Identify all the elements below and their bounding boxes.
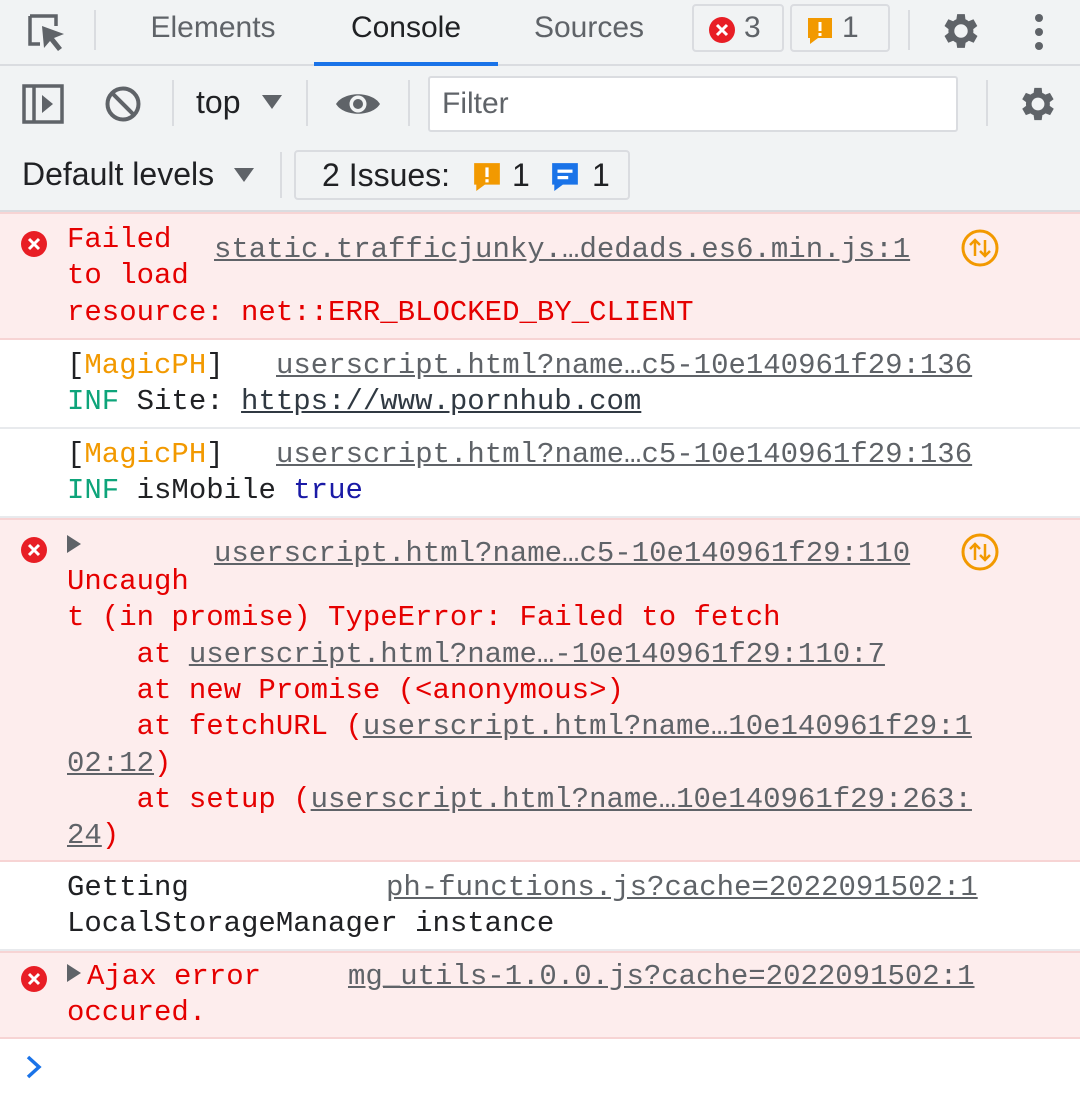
- tab-sources[interactable]: Sources: [516, 0, 662, 64]
- clear-console-icon[interactable]: [104, 85, 142, 123]
- site-url-link[interactable]: https://www.pornhub.com: [241, 385, 641, 418]
- stack-text: ): [101, 819, 120, 852]
- toolbar-divider: [408, 80, 410, 126]
- stack-link[interactable]: 02:12: [67, 747, 154, 780]
- log-value: true: [293, 474, 363, 507]
- error-circle-icon: [21, 231, 47, 257]
- error-count: 3: [744, 11, 761, 44]
- sidebar-toggle-icon[interactable]: [22, 84, 64, 124]
- source-link[interactable]: userscript.html?name…c5-10e140961f29:136: [276, 348, 972, 385]
- source-link[interactable]: userscript.html?name…c5-10e140961f29:136: [276, 437, 972, 474]
- context-label: top: [196, 84, 241, 120]
- toolbar-divider: [94, 10, 96, 50]
- request-arrows-icon[interactable]: [960, 532, 1000, 572]
- source-link[interactable]: userscript.html?name…c5-10e140961f29:110: [214, 536, 910, 573]
- source-link[interactable]: static.trafficjunky.…dedads.es6.min.js:1: [214, 232, 910, 269]
- toolbar-divider: [172, 80, 174, 126]
- chevron-down-icon: [262, 95, 282, 109]
- message-text: Ajax error: [87, 960, 262, 993]
- error-circle-icon: [21, 537, 47, 563]
- stack-text: at setup (: [67, 783, 311, 816]
- log-label: isMobile: [136, 474, 276, 507]
- log-tag: MagicPH: [84, 438, 207, 471]
- source-link[interactable]: ph-functions.js?cache=2022091502:1: [386, 870, 978, 907]
- stack-link[interactable]: userscript.html?name…10e140961f29:1: [363, 710, 972, 743]
- devtools-tab-bar: Elements Console Sources 3 1: [0, 0, 1080, 66]
- kebab-menu-icon[interactable]: [1026, 10, 1052, 54]
- log-levels-dropdown[interactable]: Default levels: [22, 152, 254, 196]
- inspect-element-icon[interactable]: [24, 10, 68, 54]
- expand-triangle-icon[interactable]: [67, 964, 81, 982]
- stack-link[interactable]: userscript.html?name…-10e140961f29:110:7: [189, 638, 885, 671]
- toolbar-divider: [986, 80, 988, 126]
- toolbar-divider: [306, 80, 308, 126]
- message-text: LocalStorageManager instance: [67, 907, 555, 940]
- console-messages: Failed to load resource: net::ERR_BLOCKE…: [0, 212, 1080, 1039]
- issues-warning-count: 1: [512, 157, 530, 193]
- log-levels-label: Default levels: [22, 156, 215, 192]
- chevron-right-icon[interactable]: [22, 1052, 52, 1082]
- stack-text: at new Promise (<anonymous>): [67, 674, 624, 707]
- tab-console[interactable]: Console: [314, 0, 498, 66]
- info-message-icon: [552, 163, 578, 191]
- message-text: t (in promise) TypeError: Failed to fetc…: [67, 601, 781, 634]
- log-tag: MagicPH: [84, 349, 207, 382]
- console-log-message[interactable]: [MagicPH] userscript.html?name…c5-10e140…: [0, 340, 1080, 429]
- log-label: Site:: [136, 385, 224, 418]
- context-selector[interactable]: top: [196, 80, 282, 124]
- tab-elements[interactable]: Elements: [128, 0, 298, 64]
- warning-counter[interactable]: 1: [790, 4, 890, 52]
- issues-info-count: 1: [592, 157, 610, 193]
- expand-triangle-icon[interactable]: [67, 530, 87, 567]
- toolbar-divider: [908, 10, 910, 50]
- message-text: occured.: [67, 996, 207, 1029]
- message-text: resource: net::ERR_BLOCKED_BY_CLIENT: [67, 296, 694, 329]
- stack-link[interactable]: userscript.html?name…10e140961f29:263:: [311, 783, 972, 816]
- gear-icon[interactable]: [938, 8, 984, 54]
- message-text: Getting: [67, 871, 189, 904]
- stack-text: ): [154, 747, 172, 780]
- issues-button[interactable]: 2 Issues: 1 1: [294, 150, 630, 200]
- log-level: INF: [67, 474, 120, 507]
- console-log-message[interactable]: [MagicPH] userscript.html?name…c5-10e140…: [0, 429, 1080, 518]
- console-toolbar: top Default levels 2 Issues: 1 1: [0, 66, 1080, 212]
- error-counter[interactable]: 3: [692, 4, 784, 52]
- request-arrows-icon[interactable]: [960, 228, 1000, 268]
- chevron-down-icon: [234, 168, 254, 182]
- stack-text: at fetchURL (: [67, 710, 363, 743]
- warning-square-icon: [808, 18, 832, 44]
- log-level: INF: [67, 385, 120, 418]
- filter-input[interactable]: [428, 76, 958, 132]
- console-error-message[interactable]: Ajax error occured. mg_utils-1.0.0.js?ca…: [0, 951, 1080, 1039]
- console-settings-gear-icon[interactable]: [1016, 82, 1060, 126]
- toolbar-divider: [280, 152, 282, 198]
- error-circle-icon: [21, 966, 47, 992]
- stack-text: at: [67, 638, 189, 671]
- console-error-message[interactable]: userscript.html?name…c5-10e140961f29:110…: [0, 518, 1080, 862]
- warning-square-icon: [474, 163, 500, 191]
- console-log-message[interactable]: Getting ph-functions.js?cache=2022091502…: [0, 862, 1080, 951]
- stack-link[interactable]: 24: [67, 819, 102, 852]
- message-text: Failed: [67, 223, 172, 256]
- error-circle-icon: [709, 17, 735, 43]
- source-link[interactable]: mg_utils-1.0.0.js?cache=2022091502:1: [348, 959, 975, 996]
- live-expression-icon[interactable]: [334, 88, 382, 120]
- message-text: Uncaugh: [67, 565, 189, 598]
- console-error-message[interactable]: Failed to load resource: net::ERR_BLOCKE…: [0, 212, 1080, 340]
- warning-count: 1: [842, 11, 859, 44]
- issues-label: 2 Issues:: [322, 157, 451, 193]
- message-text: to load: [67, 259, 189, 292]
